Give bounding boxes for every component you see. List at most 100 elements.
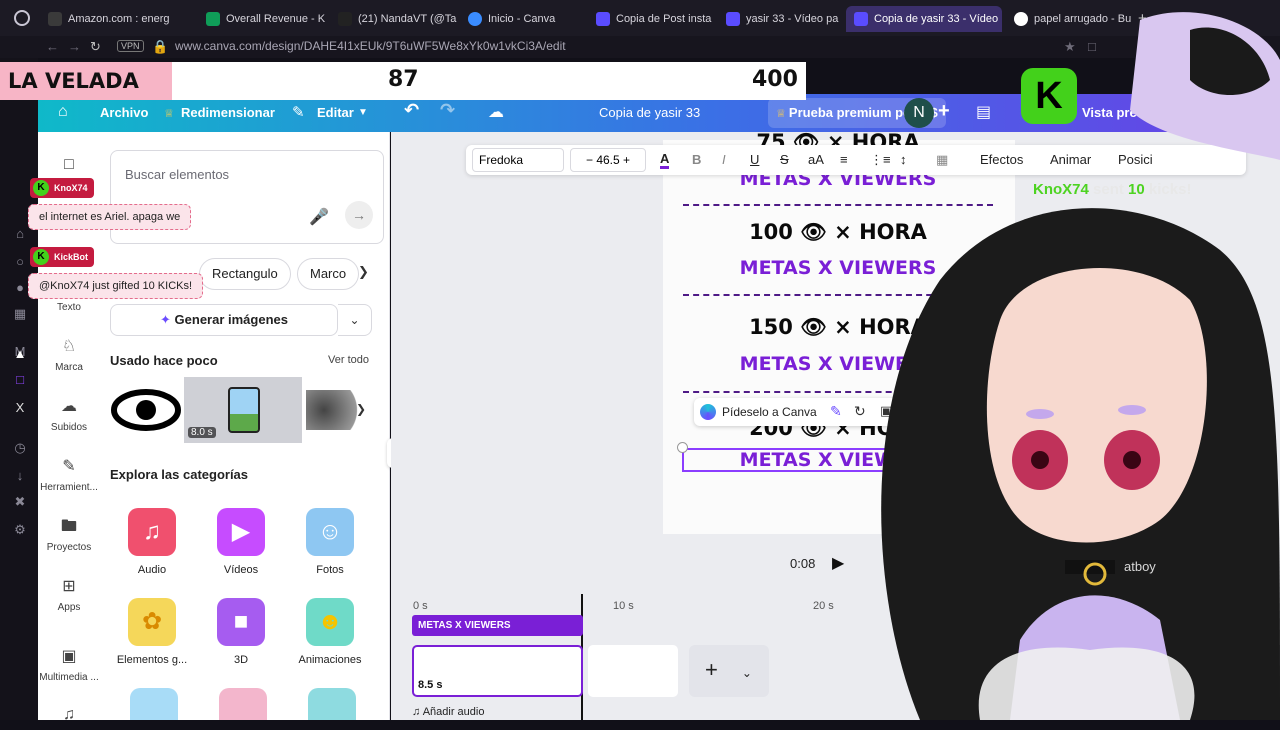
bold-icon[interactable]: B xyxy=(692,152,701,167)
category-tile-partial[interactable] xyxy=(130,688,178,720)
category-tile-partial[interactable] xyxy=(308,688,356,720)
browser-tab[interactable]: (21) NandaVT (@Ta xyxy=(330,6,458,32)
crown-icon: ♕ xyxy=(164,108,174,120)
recent-eye-element[interactable] xyxy=(110,377,182,443)
aria-icon[interactable]: ▲ xyxy=(12,346,28,362)
settings-icon[interactable]: ⚙ xyxy=(12,522,28,538)
chat-message: el internet es Ariel. apaga we xyxy=(28,204,192,230)
chevron-down-icon[interactable]: ▼ xyxy=(358,107,368,118)
microphone-icon[interactable]: 🎤 xyxy=(309,207,329,227)
ask-canva-button[interactable]: Pídeselo a Canva xyxy=(722,405,817,419)
category-audio[interactable]: ♫ Audio xyxy=(112,508,192,576)
reload-icon[interactable]: ↻ xyxy=(90,39,101,55)
category-videos[interactable]: ▶ Vídeos xyxy=(201,508,281,576)
browser-tab[interactable]: Overall Revenue - K xyxy=(198,6,326,32)
upload-icon: ☁ xyxy=(61,398,77,415)
wallet-icon[interactable]: ▦ xyxy=(12,306,28,322)
extensions-icon[interactable]: ✖ xyxy=(12,494,28,510)
rail-item-elementos[interactable]: □ xyxy=(38,156,100,180)
twitch-icon[interactable]: □ xyxy=(12,372,28,388)
design-title[interactable]: Copia de yasir 33 xyxy=(599,105,700,120)
music-icon: ♫ xyxy=(412,706,423,718)
history-icon[interactable]: ◷ xyxy=(12,440,28,456)
plus-icon[interactable]: + xyxy=(620,153,630,167)
timeline-blank-slot[interactable] xyxy=(588,645,678,697)
vpn-badge[interactable]: VPN xyxy=(117,40,144,52)
rail-item-apps[interactable]: ⊞ Apps xyxy=(38,578,100,613)
category-animaciones[interactable]: ☻ Animaciones xyxy=(290,598,370,666)
rail-item-proyectos[interactable]: 🖿 Proyectos xyxy=(38,518,100,553)
browser-tab[interactable]: Inicio - Canva xyxy=(460,6,588,32)
ruler-mark: 10 s xyxy=(613,600,634,612)
chevron-right-icon[interactable]: ❯ xyxy=(358,264,369,280)
category-tile-partial[interactable] xyxy=(219,688,267,720)
category-fotos[interactable]: ☺ Fotos xyxy=(290,508,370,576)
canva-video-favicon xyxy=(726,12,740,26)
rail-item-multimedia[interactable]: ▣ Multimedia ... xyxy=(38,648,100,683)
rotate-handle[interactable] xyxy=(677,442,688,453)
strikethrough-icon[interactable]: S xyxy=(780,152,789,167)
media-icon: ▣ xyxy=(61,648,77,665)
category-elementos-graficos[interactable]: ✿ Elementos g... xyxy=(112,598,192,666)
rail-item-marca[interactable]: ♘ Marca xyxy=(38,338,100,373)
redo-icon[interactable]: ↷ xyxy=(440,100,455,121)
undo-icon[interactable]: ↶ xyxy=(404,100,419,121)
recent-heading: Usado hace poco xyxy=(110,353,218,368)
archivo-menu[interactable]: Archivo xyxy=(100,105,148,120)
chevron-right-icon[interactable]: ❯ xyxy=(356,402,366,416)
opera-icon[interactable] xyxy=(14,10,30,26)
italic-icon[interactable]: I xyxy=(722,152,726,167)
home-sidebar-icon[interactable]: ⌂ xyxy=(12,226,28,242)
x-icon[interactable]: X xyxy=(12,400,28,416)
rail-item-texto[interactable]: Texto xyxy=(38,302,100,313)
sparkle-icon: ✦ xyxy=(160,312,175,327)
download-icon[interactable]: ↓ xyxy=(12,468,28,484)
font-size-stepper[interactable]: − 46.5 + xyxy=(570,148,646,172)
cloud-saved-icon[interactable]: ☁ xyxy=(488,102,504,122)
case-icon[interactable]: aA xyxy=(808,152,824,167)
chip-rectangulo[interactable]: Rectangulo xyxy=(199,258,291,290)
align-icon[interactable]: ≡ xyxy=(840,152,848,167)
plus-icon: + xyxy=(705,657,718,682)
text-color-icon[interactable]: A xyxy=(660,152,670,169)
home-icon[interactable]: ⌂ xyxy=(58,103,68,121)
kick-icon: K xyxy=(33,180,49,196)
text-clip[interactable]: METAS X VIEWERS xyxy=(412,615,583,636)
back-icon[interactable]: ← xyxy=(46,39,59,54)
chevron-down-icon[interactable]: ⌄ xyxy=(742,666,752,680)
ver-todo-link[interactable]: Ver todo xyxy=(328,354,369,366)
chip-marco[interactable]: Marco xyxy=(297,258,360,290)
browser-tab[interactable]: Copia de Post insta xyxy=(588,6,716,32)
rail-item-herramientas[interactable]: ✎ Herramient... xyxy=(38,458,100,493)
tab-favicon xyxy=(48,12,62,26)
browser-tab[interactable]: yasir 33 - Vídeo pa xyxy=(718,6,846,32)
page-clip[interactable]: 8.5 s xyxy=(412,645,583,697)
generar-imagenes-button[interactable]: ✦ Generar imágenes xyxy=(110,304,338,336)
search-input[interactable]: Buscar elementos xyxy=(125,167,229,182)
apps-icon: ⊞ xyxy=(62,578,76,595)
recent-tablet-element[interactable]: 8.0 s xyxy=(184,377,302,443)
kick-favicon xyxy=(206,12,220,26)
category-3d[interactable]: ■ 3D xyxy=(201,598,281,666)
redimensionar-button[interactable]: Redimensionar xyxy=(181,105,275,120)
minus-icon[interactable]: − xyxy=(586,153,596,167)
messenger-icon[interactable]: ○ xyxy=(12,254,28,270)
add-page-button[interactable]: + ⌄ xyxy=(689,645,769,697)
music-icon: ♫ xyxy=(128,508,176,556)
add-audio-button[interactable]: ♫ Añadir audio xyxy=(412,706,484,718)
whatsapp-icon[interactable]: ● xyxy=(12,280,28,296)
url-text[interactable]: www.canva.com/design/DAHE4I1xEUk/9T6uWF5… xyxy=(175,39,566,53)
editar-menu[interactable]: Editar xyxy=(317,105,354,120)
browser-tab[interactable]: Amazon.com : energ xyxy=(40,6,190,32)
rail-item-audio[interactable]: ♫ xyxy=(38,706,100,730)
rail-item-subidos[interactable]: ☁ Subidos xyxy=(38,398,100,433)
forward-icon[interactable]: → xyxy=(68,39,81,54)
submit-arrow-icon[interactable]: → xyxy=(345,201,373,229)
chevron-down-icon[interactable]: ⌄ xyxy=(338,304,372,336)
tools-icon: ✎ xyxy=(62,458,76,475)
magic-edit-icon[interactable]: ✎ xyxy=(830,403,842,420)
underline-icon[interactable]: U xyxy=(750,152,759,167)
font-selector[interactable]: Fredoka xyxy=(472,148,564,172)
duration-badge: 8.0 s xyxy=(188,427,216,438)
play-icon[interactable]: ▶ xyxy=(832,553,844,573)
